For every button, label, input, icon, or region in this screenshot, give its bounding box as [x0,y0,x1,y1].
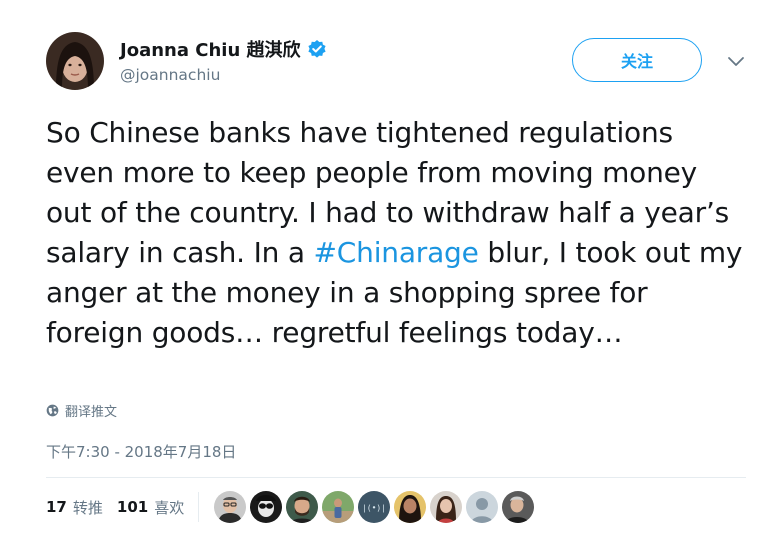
liker-avatar[interactable] [285,490,320,524]
author-display-name[interactable]: Joanna Chiu 趙淇欣 [120,36,301,62]
svg-text:|(•)|: |(•)| [362,504,386,513]
liker-avatar[interactable] [321,490,356,524]
liker-avatars: |(•)| [213,490,537,524]
likes-stat[interactable]: 101 喜欢 [117,497,184,518]
verified-badge-icon [307,39,327,59]
liker-avatar[interactable] [501,490,536,524]
translate-label: 翻译推文 [65,405,118,420]
retweets-stat[interactable]: 17 转推 [46,497,103,518]
author-avatar[interactable] [46,32,104,90]
stats-divider [198,492,200,522]
liker-avatar[interactable] [465,490,500,524]
liker-avatar[interactable] [429,490,464,524]
likes-label: 喜欢 [154,498,185,517]
tweet-stats: 17 转推 101 喜欢 |(•)| [46,478,537,536]
liker-avatar[interactable] [249,490,284,524]
globe-icon [46,404,59,417]
liker-avatar[interactable] [393,490,428,524]
author-handle[interactable]: @joannachiu [120,66,220,84]
liker-avatar[interactable] [213,490,248,524]
liker-avatar[interactable]: |(•)| [357,490,392,524]
retweets-count: 17 [46,498,67,516]
hashtag-link[interactable]: #Chinarage [314,236,479,269]
tweet-card: Joanna Chiu 趙淇欣 @joannachiu 关注 So Chines… [0,0,779,534]
translate-tweet-link[interactable]: 翻译推文 [46,401,117,420]
tweet-timestamp[interactable]: 下午7:30 - 2018年7月18日 [46,441,236,462]
author-name-row[interactable]: Joanna Chiu 趙淇欣 [120,36,327,62]
tweet-text: So Chinese banks have tightened regulati… [46,113,746,353]
follow-button[interactable]: 关注 [572,38,702,82]
chevron-down-icon[interactable] [726,54,746,68]
retweets-label: 转推 [72,498,103,517]
likes-count: 101 [116,498,149,516]
